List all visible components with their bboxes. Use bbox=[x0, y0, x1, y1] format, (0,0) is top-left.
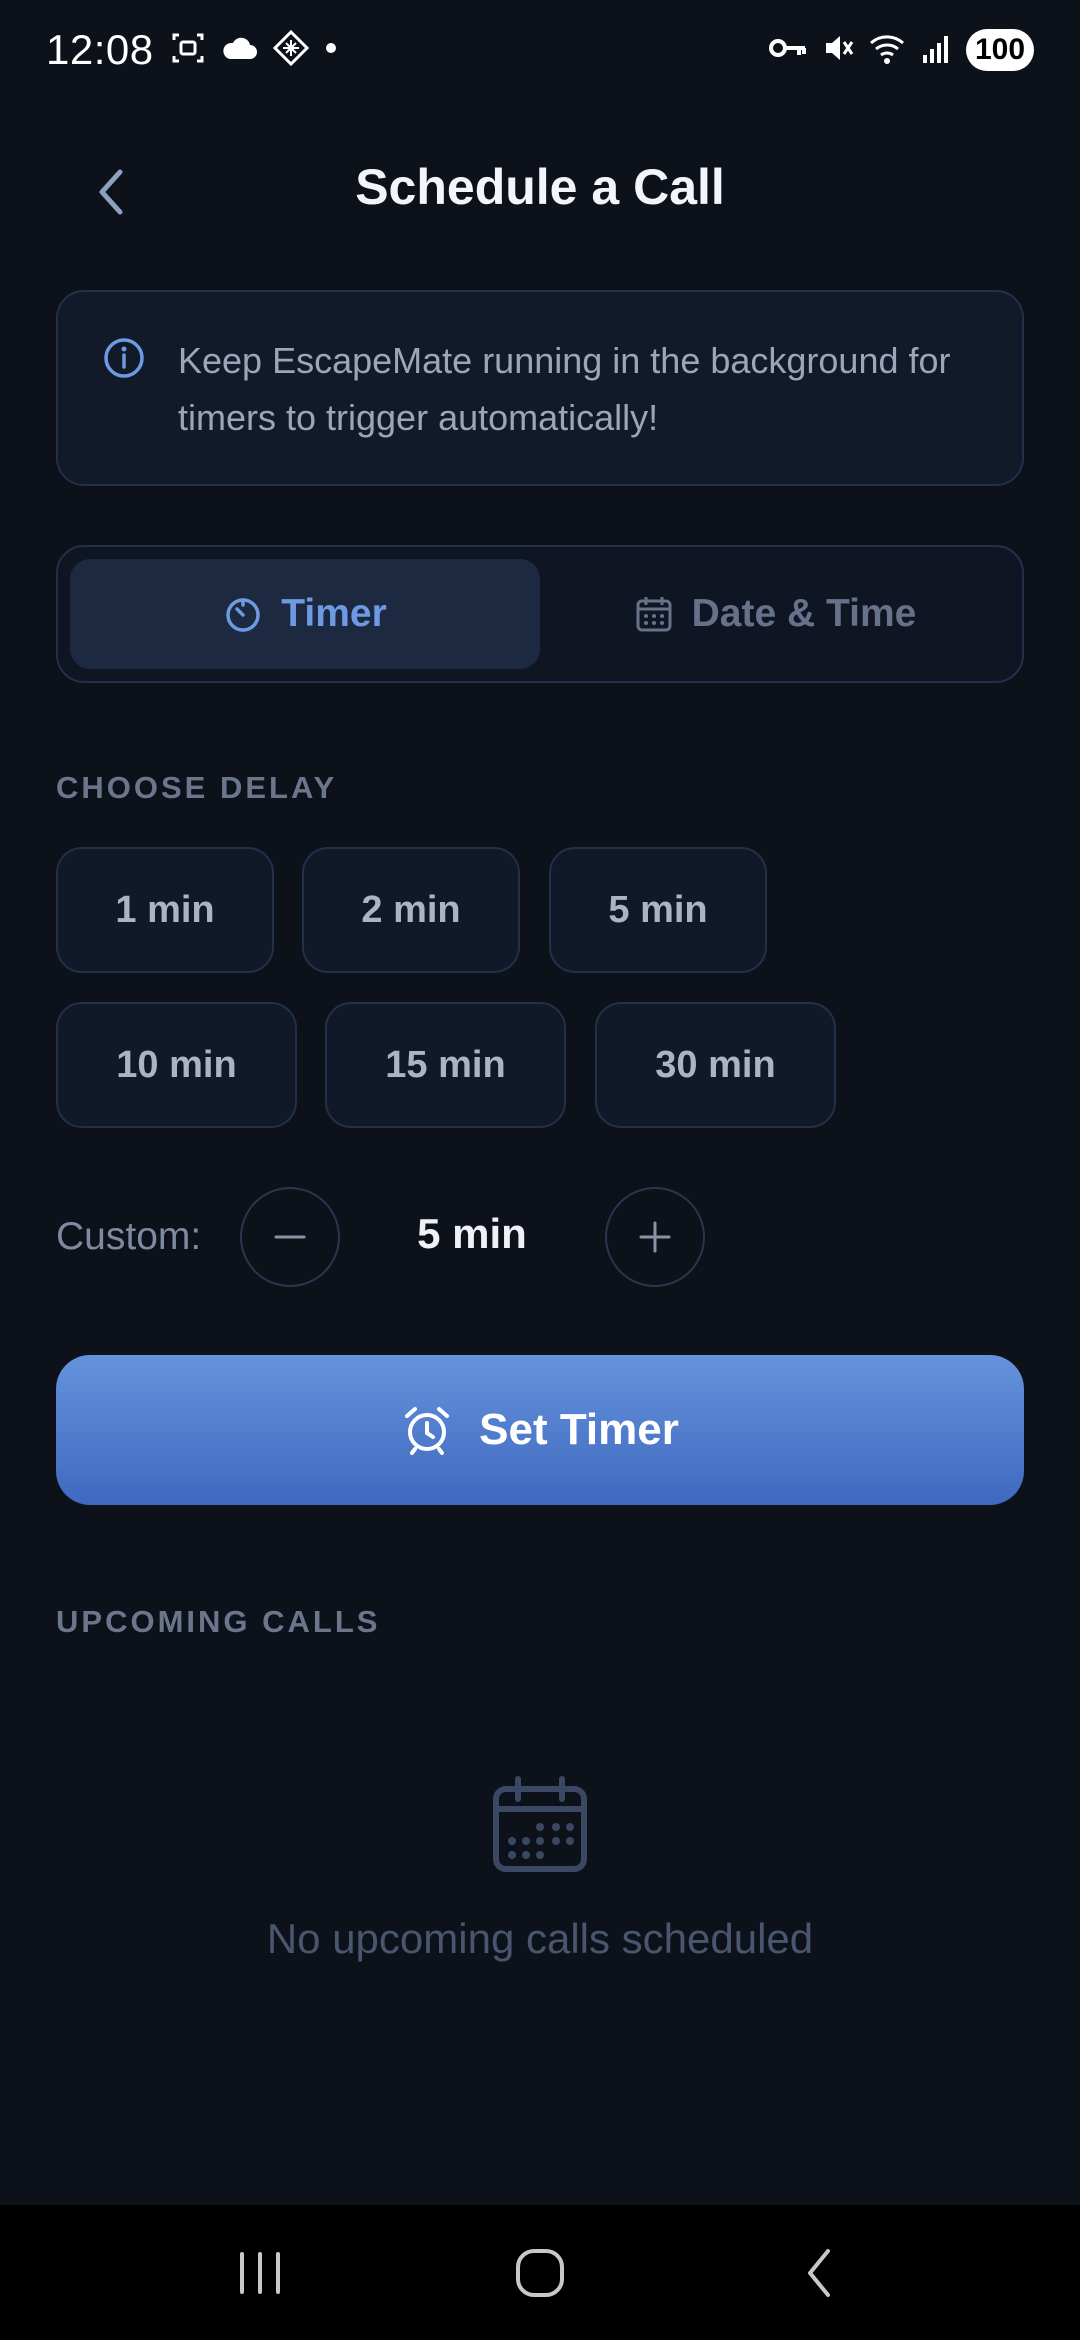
tab-timer[interactable]: Timer bbox=[70, 559, 540, 669]
cloud-icon bbox=[220, 33, 258, 68]
calendar-icon bbox=[636, 597, 672, 632]
signal-icon bbox=[920, 31, 954, 70]
system-back-button[interactable] bbox=[760, 2223, 880, 2323]
schedule-call-screen: 12:08 100 Schedule a Call Keep EscapeMat… bbox=[0, 0, 1080, 2340]
wifi-icon bbox=[868, 31, 908, 70]
mute-icon bbox=[820, 30, 856, 71]
info-text: Keep EscapeMate running in the backgroun… bbox=[178, 340, 951, 438]
delay-option-15-min[interactable]: 15 min bbox=[325, 1002, 566, 1128]
increment-button[interactable] bbox=[605, 1187, 705, 1287]
recents-icon bbox=[240, 2251, 280, 2294]
page-title: Schedule a Call bbox=[355, 159, 725, 215]
diamond-grid-icon bbox=[272, 29, 310, 72]
status-time: 12:08 bbox=[46, 26, 154, 73]
delay-option-2-min[interactable]: 2 min bbox=[302, 847, 520, 973]
home-icon bbox=[516, 2248, 564, 2297]
notification-dot-icon bbox=[324, 41, 338, 60]
home-button[interactable] bbox=[480, 2223, 600, 2323]
minus-icon bbox=[274, 1235, 306, 1239]
delay-option-30-min[interactable]: 30 min bbox=[595, 1002, 836, 1128]
empty-calendar-icon bbox=[493, 1776, 587, 1872]
delay-option-5-min[interactable]: 5 min bbox=[549, 847, 767, 973]
set-timer-button[interactable]: Set Timer bbox=[56, 1355, 1024, 1505]
decrement-button[interactable] bbox=[240, 1187, 340, 1287]
delay-option-1-min[interactable]: 1 min bbox=[56, 847, 274, 973]
battery-indicator: 100 bbox=[966, 29, 1034, 71]
delay-option-10-min[interactable]: 10 min bbox=[56, 1002, 297, 1128]
plus-icon bbox=[639, 1221, 671, 1253]
back-arrow-icon bbox=[808, 2248, 830, 2297]
timer-icon bbox=[226, 598, 260, 632]
set-timer-label: Set Timer bbox=[479, 1405, 679, 1454]
tab-date-time-label: Date & Time bbox=[691, 592, 917, 635]
choose-delay-label: CHOOSE DELAY bbox=[56, 770, 338, 805]
mode-tabs: Timer Date & Time bbox=[56, 545, 1024, 683]
screenshot-icon bbox=[170, 30, 206, 71]
custom-value: 5 min bbox=[417, 1210, 527, 1257]
system-nav-bar bbox=[0, 2205, 1080, 2340]
info-icon bbox=[104, 338, 144, 378]
alarm-clock-icon bbox=[405, 1407, 450, 1455]
empty-state-text: No upcoming calls scheduled bbox=[266, 1915, 814, 1962]
status-bar: 12:08 100 bbox=[0, 0, 1080, 100]
upcoming-calls-label: UPCOMING CALLS bbox=[56, 1604, 381, 1639]
info-card: Keep EscapeMate running in the backgroun… bbox=[56, 290, 1024, 486]
custom-label: Custom: bbox=[56, 1215, 202, 1258]
recents-button[interactable] bbox=[200, 2223, 320, 2323]
header: Schedule a Call bbox=[0, 140, 1080, 240]
tab-timer-label: Timer bbox=[281, 592, 387, 635]
tab-date-time[interactable]: Date & Time bbox=[540, 559, 1010, 669]
vpn-key-icon bbox=[768, 34, 808, 67]
